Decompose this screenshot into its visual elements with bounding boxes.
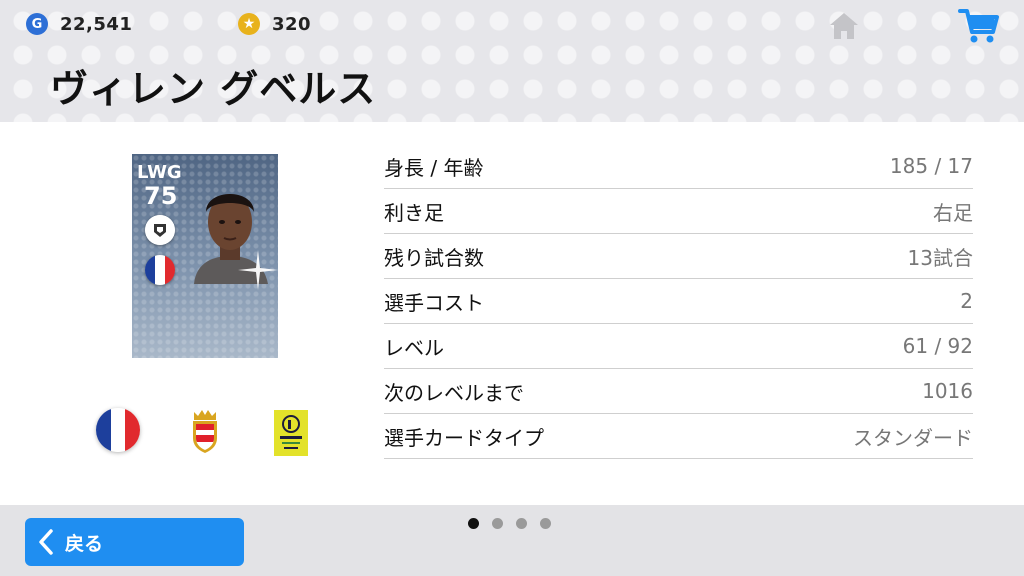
star-coin-icon: ★ bbox=[238, 13, 260, 35]
info-row-value: 185 / 17 bbox=[889, 154, 973, 178]
info-row: 選手コスト 2 bbox=[384, 279, 973, 324]
ligue-1-logo-icon bbox=[274, 410, 308, 456]
card-position: LWG bbox=[137, 162, 182, 183]
info-row-label: 身長 / 年齢 bbox=[384, 155, 484, 180]
chevron-left-icon bbox=[39, 529, 53, 555]
info-row-label: 選手カードタイプ bbox=[384, 425, 544, 450]
info-row-value: 右足 bbox=[933, 200, 973, 225]
page-dot[interactable] bbox=[540, 518, 551, 529]
page-dot[interactable] bbox=[516, 518, 527, 529]
header: G 22,541 ★ 320 ヴィレン グベルス bbox=[0, 0, 1024, 122]
card-rating: 75 bbox=[144, 182, 178, 210]
page-dot[interactable] bbox=[492, 518, 503, 529]
info-row-label: 残り試合数 bbox=[384, 245, 484, 270]
coin-amount: 320 bbox=[272, 13, 312, 35]
gp-balance: G 22,541 bbox=[26, 12, 132, 36]
info-row-value: 61 / 92 bbox=[902, 334, 973, 358]
player-card[interactable]: LWG 75 bbox=[132, 154, 278, 358]
back-button-label: 戻る bbox=[65, 532, 104, 555]
info-row-label: レベル bbox=[384, 335, 444, 360]
info-row: レベル 61 / 92 bbox=[384, 324, 973, 369]
coin-balance: ★ 320 bbox=[238, 12, 311, 36]
player-info-table: 身長 / 年齢 185 / 17 利き足 右足残り試合数 13試合選手コスト 2 レベル 61… bbox=[384, 144, 973, 459]
info-row: 利き足 右足 bbox=[384, 189, 973, 234]
france-flag-icon bbox=[96, 408, 140, 452]
info-row-label: 次のレベルまで bbox=[384, 380, 524, 405]
page-indicator[interactable] bbox=[468, 518, 564, 529]
info-row: 残り試合数 13試合 bbox=[384, 234, 973, 279]
info-row: 選手カードタイプ スタンダード bbox=[384, 414, 973, 459]
gp-coin-icon: G bbox=[26, 13, 48, 35]
info-row-value: 1016 bbox=[922, 379, 973, 403]
sparkle-icon bbox=[238, 250, 278, 290]
home-icon[interactable] bbox=[826, 8, 862, 44]
gp-amount: 22,541 bbox=[60, 13, 133, 35]
cart-icon[interactable] bbox=[958, 6, 1000, 46]
info-row: 身長 / 年齢 185 / 17 bbox=[384, 144, 973, 189]
info-row-value: 2 bbox=[960, 289, 973, 313]
page-dot[interactable] bbox=[468, 518, 479, 529]
club-emblem-icon bbox=[145, 215, 175, 245]
info-row-value: 13試合 bbox=[907, 245, 973, 270]
info-row-label: 利き足 bbox=[384, 200, 444, 225]
info-row-label: 選手コスト bbox=[384, 290, 484, 315]
info-row: 次のレベルまで 1016 bbox=[384, 369, 973, 414]
player-name: ヴィレン グベルス bbox=[50, 67, 377, 111]
player-detail-panel: LWG 75 身長 / 年齢 185 / 17 利き足 右足 残り試合数 13試合選 bbox=[0, 122, 1024, 505]
card-flag-france-icon bbox=[145, 255, 175, 285]
as-monaco-crest-icon bbox=[193, 410, 217, 453]
info-row-value: スタンダード bbox=[853, 425, 973, 450]
back-button[interactable]: 戻る bbox=[25, 518, 244, 566]
footer-bar: 戻る bbox=[0, 505, 1024, 576]
